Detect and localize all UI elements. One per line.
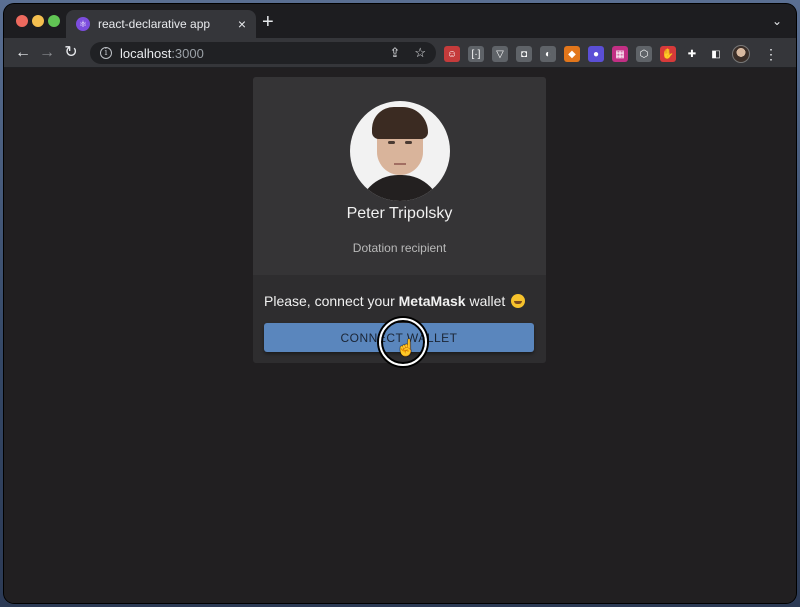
ext-red-icon[interactable]: ☺ <box>444 46 460 62</box>
ext-pattern-icon[interactable]: ▦ <box>612 46 628 62</box>
browser-toolbar: ← → ↻ i localhost :3000 ⇪ ☆ ☺ [·] ▽ ◘ ◐ ◆ ● ▦ ⬡ ✋… <box>4 38 796 68</box>
profile-avatar[interactable] <box>732 45 750 63</box>
ext-bracket-icon[interactable]: [·] <box>468 46 484 62</box>
forward-button[interactable]: → <box>38 43 56 63</box>
profile-section: Peter Tripolsky Dotation recipient <box>253 77 546 275</box>
browser-menu-icon[interactable]: ⋮ <box>764 46 778 63</box>
hand-cursor-icon: ☝ <box>396 340 416 357</box>
avatar <box>349 101 450 201</box>
connect-prompt-after: wallet <box>465 293 510 309</box>
extensions-bar: ☺ [·] ▽ ◘ ◐ ◆ ● ▦ ⬡ ✋ ✚ ◧ ⋮ <box>444 45 778 63</box>
ext-halfmoon-icon[interactable]: ◐ <box>540 46 556 62</box>
ext-fox-icon[interactable]: ◆ <box>564 46 580 62</box>
page-content: Peter Tripolsky Dotation recipient Pleas… <box>4 68 796 603</box>
maximize-window-button[interactable] <box>48 15 60 27</box>
ext-blue-icon[interactable]: ● <box>588 46 604 62</box>
reload-button[interactable]: ↻ <box>62 43 80 63</box>
recipient-role: Dotation recipient <box>352 241 447 255</box>
tab-search-chevron-icon[interactable]: ⌄ <box>772 14 782 28</box>
grinning-emoji-icon <box>511 294 526 308</box>
url-port: :3000 <box>171 45 204 61</box>
share-icon[interactable]: ⇪ <box>389 45 400 61</box>
connect-prompt-before: Please, connect your <box>264 293 399 309</box>
url-host: localhost <box>120 45 172 61</box>
site-info-icon[interactable]: i <box>100 47 112 59</box>
recipient-name: Peter Tripolsky <box>346 205 453 222</box>
react-favicon-icon: ⚛ <box>76 17 90 31</box>
metamask-label: MetaMask <box>398 293 466 309</box>
tab-strip: ⚛ react-declarative app × + ⌄ <box>4 4 796 38</box>
tab-title: react-declarative app <box>98 17 211 31</box>
ext-hand-icon[interactable]: ✋ <box>660 46 676 62</box>
new-tab-button[interactable]: + <box>262 12 274 32</box>
browser-window: ⚛ react-declarative app × + ⌄ ← → ↻ i lo… <box>4 4 796 603</box>
ext-camera-icon[interactable]: ◘ <box>516 46 532 62</box>
connect-prompt: Please, connect your MetaMask wallet <box>264 293 535 309</box>
address-bar[interactable]: i localhost :3000 ⇪ ☆ <box>90 42 436 64</box>
ext-cube-icon[interactable]: ⬡ <box>636 46 652 62</box>
side-panel-icon[interactable]: ◧ <box>708 46 724 62</box>
tab-react-declarative[interactable]: ⚛ react-declarative app × <box>66 10 256 38</box>
bookmark-star-icon[interactable]: ☆ <box>414 45 426 61</box>
ext-v-icon[interactable]: ▽ <box>492 46 508 62</box>
back-button[interactable]: ← <box>14 43 32 63</box>
tab-close-icon[interactable]: × <box>238 17 246 31</box>
extensions-puzzle-icon[interactable]: ✚ <box>684 46 700 62</box>
minimize-window-button[interactable] <box>32 15 44 27</box>
close-window-button[interactable] <box>16 15 28 27</box>
